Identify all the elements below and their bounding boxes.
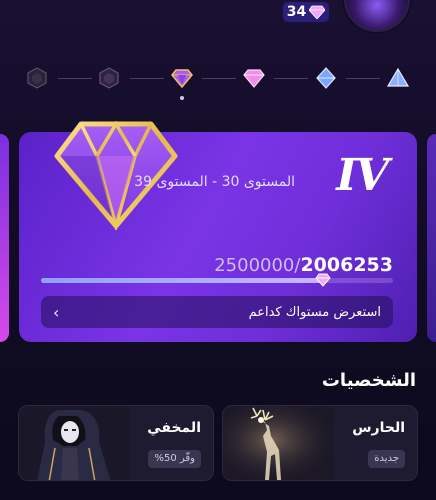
character-name: المخفي: [147, 420, 201, 436]
level-card: IV المستوى 30 - المستوى 39 2500000/20062…: [19, 120, 417, 342]
character-card-hidden[interactable]: المخفي وفّر 50%: [18, 405, 214, 481]
new-badge: جديدة: [368, 450, 405, 468]
view-supporter-level-button[interactable]: ‹ استعرض مستواك كداعم: [41, 296, 393, 328]
locked-gem-icon: [27, 67, 47, 89]
progress-total: 2500000/: [214, 255, 301, 276]
track-line: [274, 78, 308, 79]
character-card-guardian[interactable]: الحارس جديدة: [222, 405, 418, 481]
progress-bar-fill: [41, 278, 324, 283]
stag-character-art: [223, 406, 333, 480]
pink-gem-icon: [171, 69, 193, 88]
pink-gem-icon: [243, 69, 265, 88]
current-level-indicator: [180, 96, 184, 100]
view-supporter-level-label: استعرض مستواك كداعم: [248, 304, 381, 320]
level-track: [22, 62, 414, 100]
progress-current: 2006253: [300, 254, 393, 276]
blue-triangle-icon: [387, 68, 409, 87]
gems-balance-badge[interactable]: 34: [283, 2, 329, 22]
level-node-next-3[interactable]: [387, 67, 409, 89]
gems-count: 34: [286, 4, 307, 20]
next-level-card[interactable]: [427, 134, 436, 342]
track-line: [130, 78, 164, 79]
discount-badge: وفّر 50%: [148, 450, 201, 468]
track-line: [58, 78, 92, 79]
hooded-character-art: [19, 406, 129, 480]
tier-label: IV: [336, 150, 389, 201]
progress-bar: [41, 273, 393, 287]
level-node-locked-1[interactable]: [26, 67, 48, 89]
progress-text: 2500000/2006253: [214, 254, 393, 276]
track-line: [202, 78, 236, 79]
level-node-next-2[interactable]: [315, 67, 337, 89]
level-node-current[interactable]: [171, 67, 193, 89]
track-line: [346, 78, 380, 79]
blue-gem-icon: [316, 67, 336, 89]
previous-level-card[interactable]: [0, 134, 9, 342]
locked-gem-icon: [99, 67, 119, 89]
level-node-next-1[interactable]: [243, 67, 265, 89]
chevron-left-icon: ‹: [53, 302, 60, 322]
level-node-locked-2[interactable]: [98, 67, 120, 89]
gem-icon: [309, 5, 326, 19]
level-range: المستوى 30 - المستوى 39: [134, 174, 295, 190]
user-avatar[interactable]: [344, 0, 410, 32]
progress-gem-icon: [315, 273, 332, 287]
character-name: الحارس: [352, 420, 405, 436]
characters-title: الشخصيات: [321, 370, 416, 391]
